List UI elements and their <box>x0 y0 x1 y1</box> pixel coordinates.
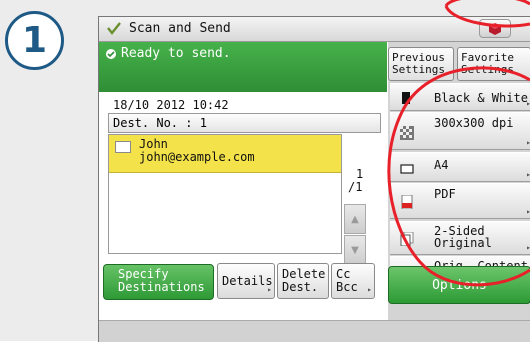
system-monitor-button[interactable] <box>479 19 511 38</box>
two-sided-icon <box>400 232 414 246</box>
details-button[interactable]: Details ▸ <box>217 263 275 299</box>
figure-stage: 1 Scan and Send Ready to send. 18/10 201… <box>0 0 530 342</box>
file-format-setting[interactable]: PDF ▸ <box>390 183 530 219</box>
title-bar: Scan and Send <box>99 17 530 42</box>
bottom-bar <box>99 320 530 342</box>
setting-label: PDF <box>434 187 456 201</box>
resolution-setting[interactable]: 300x300 dpi ▸ <box>390 112 530 150</box>
setting-label: A4 <box>434 158 449 172</box>
color-mode-setting[interactable]: Black & White ▸ <box>390 83 530 111</box>
destination-list: John john@example.com <box>108 134 342 254</box>
submenu-arrow-icon: ▸ <box>526 170 530 179</box>
submenu-arrow-icon: ▸ <box>526 99 530 108</box>
ready-status-icon <box>106 49 116 59</box>
cc-bcc-button[interactable]: Cc Bcc ▸ <box>331 263 375 299</box>
screen-title: Scan and Send <box>129 21 231 36</box>
arrow-up-icon: ▲ <box>351 213 359 225</box>
step-number-badge: 1 <box>5 11 64 70</box>
submenu-arrow-icon: ▸ <box>267 285 272 294</box>
previous-settings-button[interactable]: Previous Settings <box>388 47 454 81</box>
cube-icon <box>489 22 501 35</box>
email-destination-icon <box>115 141 131 153</box>
setting-label: 2-Sided Original <box>434 224 492 250</box>
destination-count: Dest. No. : 1 <box>108 113 381 133</box>
scroll-up-button[interactable]: ▲ <box>344 204 366 234</box>
setting-label: Black & White <box>434 91 528 105</box>
submenu-arrow-icon: ▸ <box>526 138 530 147</box>
submenu-arrow-icon: ▸ <box>526 243 530 252</box>
page-counter: 1 /1 <box>348 168 363 194</box>
paper-size-setting[interactable]: A4 ▸ <box>390 152 530 182</box>
status-message: Ready to send. <box>121 46 231 61</box>
two-sided-original-setting[interactable]: 2-Sided Original ▸ <box>390 221 530 255</box>
options-button[interactable]: Options <box>388 266 530 304</box>
resolution-icon <box>400 126 414 140</box>
cc-bcc-label: Cc Bcc <box>336 267 358 294</box>
color-mode-icon <box>402 92 410 104</box>
details-label: Details <box>222 274 273 288</box>
arrow-down-icon: ▼ <box>351 244 359 256</box>
submenu-arrow-icon: ▸ <box>526 207 530 216</box>
submenu-arrow-icon: ▸ <box>367 285 372 294</box>
destination-email: john@example.com <box>139 150 255 164</box>
delete-dest-button[interactable]: Delete Dest. <box>277 263 329 299</box>
paper-size-icon <box>400 164 414 174</box>
status-area: Ready to send. <box>99 42 387 92</box>
specify-destinations-button[interactable]: Specify Destinations <box>103 264 214 300</box>
page-counter-total: /1 <box>348 180 363 194</box>
favorite-settings-button[interactable]: Favorite Settings <box>457 47 530 81</box>
device-touch-panel: Scan and Send Ready to send. 18/10 2012 … <box>98 16 530 342</box>
scroll-down-button[interactable]: ▼ <box>344 235 366 265</box>
setting-label: 300x300 dpi <box>434 116 514 130</box>
destination-entry[interactable]: John john@example.com <box>109 135 341 173</box>
destination-text: John john@example.com <box>139 138 255 164</box>
date-time: 18/10 2012 10:42 <box>113 98 229 112</box>
pdf-file-icon <box>401 195 413 209</box>
send-checkmark-icon <box>107 22 121 35</box>
